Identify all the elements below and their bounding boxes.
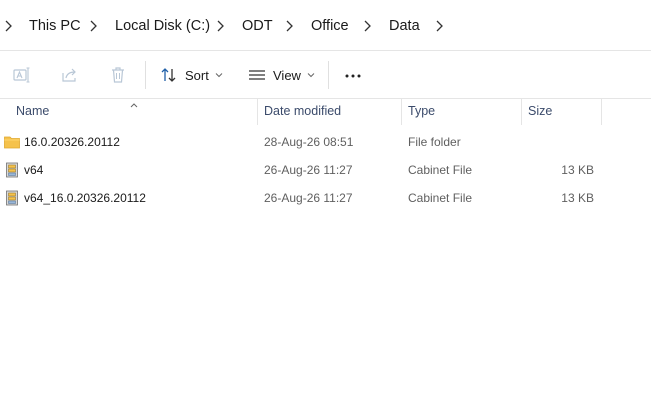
sort-ascending-icon — [129, 96, 139, 114]
list-item[interactable]: 16.0.20326.20112 28-Aug-26 08:51 File fo… — [0, 128, 651, 156]
chevron-right-icon[interactable] — [88, 19, 98, 33]
toolbar-divider — [328, 61, 329, 89]
column-header-size[interactable]: Size — [528, 104, 552, 118]
toolbar-divider — [145, 61, 146, 89]
file-date-modified: 26-Aug-26 11:27 — [264, 163, 353, 177]
breadcrumb-local-disk[interactable]: Local Disk (C:) — [115, 18, 210, 34]
file-name: v64_16.0.20326.20112 — [24, 191, 146, 205]
sort-button[interactable]: Sort — [160, 62, 223, 88]
file-type: Cabinet File — [408, 163, 473, 177]
file-date-modified: 26-Aug-26 11:27 — [264, 191, 353, 205]
file-type: File folder — [408, 135, 461, 149]
sort-label: Sort — [185, 67, 209, 83]
share-icon[interactable] — [59, 64, 81, 86]
file-date-modified: 28-Aug-26 08:51 — [264, 135, 354, 149]
breadcrumb-odt[interactable]: ODT — [242, 18, 273, 34]
breadcrumb-this-pc[interactable]: This PC — [29, 18, 81, 34]
chevron-right-icon[interactable] — [434, 19, 444, 33]
file-size: 13 KB — [561, 163, 594, 177]
column-header-date-modified[interactable]: Date modified — [264, 104, 341, 118]
column-header-type[interactable]: Type — [408, 104, 435, 118]
view-list-icon — [249, 70, 265, 80]
file-type: Cabinet File — [408, 191, 473, 205]
list-item[interactable]: v64 26-Aug-26 11:27 Cabinet File 13 KB — [0, 156, 651, 184]
sort-icon — [161, 68, 176, 82]
column-header-row: Name Date modified Type Size — [0, 99, 651, 125]
column-divider[interactable] — [401, 99, 402, 125]
more-options-icon[interactable] — [343, 64, 365, 86]
chevron-right-icon[interactable] — [362, 19, 372, 33]
address-breadcrumb: This PC Local Disk (C:) ODT Office Data — [0, 0, 651, 51]
chevron-right-icon[interactable] — [3, 19, 13, 33]
view-label: View — [273, 67, 301, 83]
breadcrumb-data[interactable]: Data — [389, 18, 420, 34]
file-size: 13 KB — [561, 191, 594, 205]
chevron-down-icon — [307, 73, 315, 78]
column-divider[interactable] — [257, 99, 258, 125]
breadcrumb-office[interactable]: Office — [311, 18, 349, 34]
chevron-down-icon — [215, 73, 223, 78]
file-name: 16.0.20326.20112 — [24, 135, 120, 149]
cabinet-file-icon — [4, 190, 20, 206]
column-divider[interactable] — [601, 99, 602, 125]
rename-icon[interactable] — [11, 64, 33, 86]
chevron-right-icon[interactable] — [215, 19, 225, 33]
file-name: v64 — [24, 163, 44, 177]
command-bar: Sort View — [0, 51, 651, 99]
chevron-right-icon[interactable] — [284, 19, 294, 33]
folder-icon — [4, 134, 20, 150]
cabinet-file-icon — [4, 162, 20, 178]
list-item[interactable]: v64_16.0.20326.20112 26-Aug-26 11:27 Cab… — [0, 184, 651, 212]
view-button[interactable]: View — [248, 62, 315, 88]
trash-icon[interactable] — [107, 64, 129, 86]
column-divider[interactable] — [521, 99, 522, 125]
column-header-name[interactable]: Name — [16, 104, 49, 118]
